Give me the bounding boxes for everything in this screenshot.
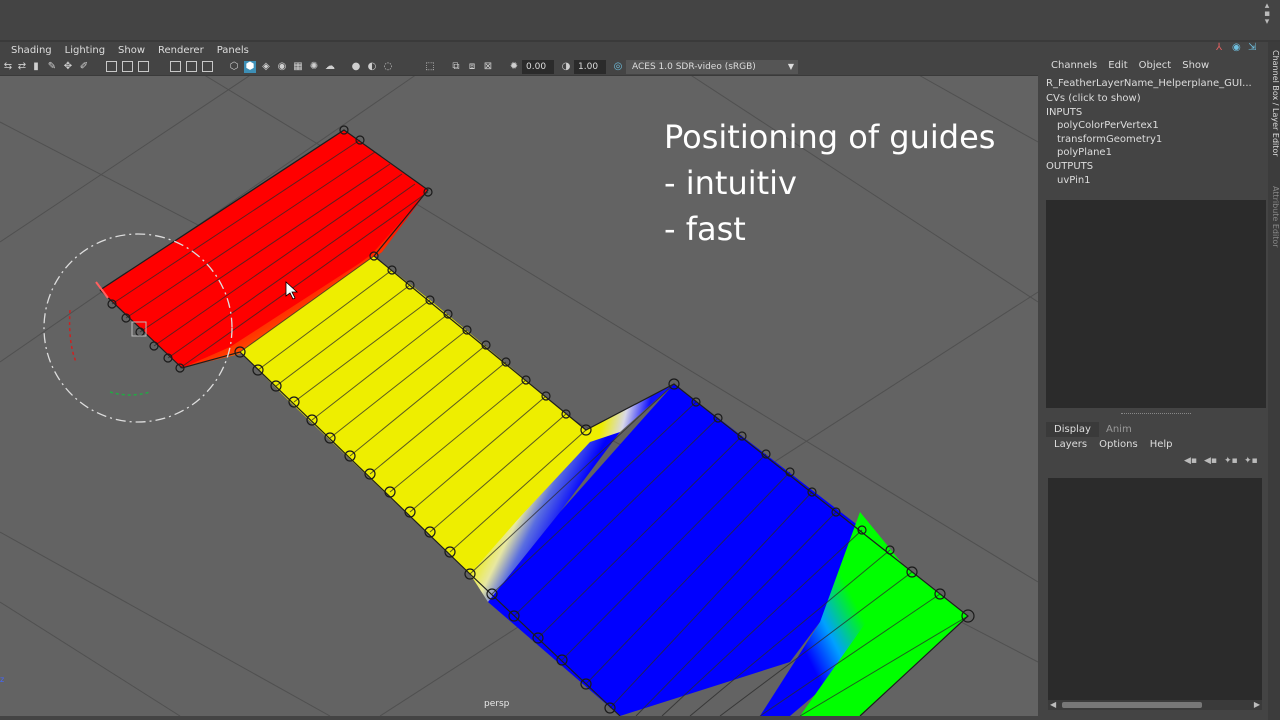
film-gate-icon[interactable] [122,61,133,72]
hierarchy-icon[interactable]: ⅄ [1216,42,1222,53]
layer-editor-menu: Layers Options Help [1054,439,1185,450]
new-layer-selected-icon[interactable]: ✦▪ [1244,456,1258,466]
channel-box-area [1046,200,1266,408]
xray-icon[interactable]: ⧉ [450,61,462,73]
ao-icon[interactable]: ● [350,61,362,73]
menu-edit[interactable]: Edit [1108,60,1127,74]
scroll-right-icon[interactable]: ▶ [1254,700,1260,710]
output-item[interactable]: uvPin1 [1046,174,1162,188]
camera-attr-icon[interactable]: ⇄ [16,61,28,73]
node-editor-icon[interactable]: ◉ [1232,42,1241,53]
safe-action-icon[interactable] [202,61,213,72]
smooth-shade-icon[interactable]: ⬢ [244,61,256,73]
menu-show-cb[interactable]: Show [1182,60,1209,74]
gamma-field[interactable]: 1.00 [574,60,606,74]
select-camera-icon[interactable]: ⇆ [2,61,14,73]
viewport-panel[interactable]: z Shading Lighting Show Renderer Panels … [0,42,1038,716]
input-item[interactable]: polyColorPerVertex1 [1046,119,1162,133]
move-layer-down-icon[interactable]: ◀▪ [1204,456,1217,466]
menu-options[interactable]: Options [1099,439,1138,450]
exposure-field[interactable]: 0.00 [522,60,554,74]
side-tab-strip: Channel Box / Layer Editor Attribute Edi… [1268,42,1280,720]
lights-icon[interactable]: ✺ [308,61,320,73]
motion-blur-icon[interactable]: ◐ [366,61,378,73]
menu-panels[interactable]: Panels [217,45,249,56]
wireframe-icon[interactable]: ⬡ [228,61,240,73]
menu-help[interactable]: Help [1150,439,1173,450]
grid-icon[interactable] [106,61,117,72]
pin-icon[interactable]: ⇲ [1248,42,1256,53]
field-chart-icon[interactable] [186,61,197,72]
channel-box-panel: Channels Edit Object Show R_FeatherLayer… [1040,42,1268,720]
inputs-header: INPUTS [1046,106,1083,118]
layer-scrollbar[interactable]: ◀ ▶ [1048,700,1262,710]
exposure-icon[interactable]: ✹ [508,61,520,73]
menu-lighting[interactable]: Lighting [65,45,105,56]
menu-renderer[interactable]: Renderer [158,45,204,56]
bookmark-icon[interactable]: ▮ [30,61,42,73]
tab-display[interactable]: Display [1046,422,1099,437]
panel-splitter[interactable] [1046,412,1266,416]
menu-show[interactable]: Show [118,45,145,56]
layer-editor-tabs: Display Anim [1046,422,1266,437]
menu-object[interactable]: Object [1139,60,1172,74]
camera-move-icon[interactable]: ✥ [62,61,74,73]
camera-label: persp [484,699,510,709]
channel-box-menu: Channels Edit Object Show [1040,60,1268,74]
window-controls[interactable]: ▴ ▪ ▾ [1260,2,1274,27]
textured-icon[interactable]: ◉ [276,61,288,73]
axis-indicator: z [0,675,4,684]
scroll-thumb[interactable] [1062,702,1202,708]
scroll-left-icon[interactable]: ◀ [1050,700,1056,710]
maya-window: ▴ ▪ ▾ z Shading Lighting Show Renderer P… [0,0,1280,720]
xray-active-icon[interactable]: ⊠ [482,61,494,73]
cvs-toggle[interactable]: CVs (click to show) [1046,92,1162,106]
wireframe-on-shaded-icon[interactable]: ◈ [260,61,272,73]
viewport-menu-bar: Shading Lighting Show Renderer Panels [0,42,1038,58]
tab-channel-box-layer-editor[interactable]: Channel Box / Layer Editor [1268,50,1280,157]
tab-anim[interactable]: Anim [1098,422,1140,437]
node-history-list: CVs (click to show) INPUTS polyColorPerV… [1046,92,1162,187]
overlay-title: Positioning of guides [664,118,996,156]
overlay-line-2: - fast [664,210,746,248]
isolate-icon[interactable]: ⬚ [424,61,436,73]
menu-channels[interactable]: Channels [1051,60,1097,74]
image-plane-icon[interactable]: ✎ [46,61,58,73]
color-space-dropdown[interactable]: ACES 1.0 SDR-video (sRGB) ▼ [626,60,798,74]
outputs-header: OUTPUTS [1046,160,1094,172]
resolution-gate-icon[interactable] [138,61,149,72]
top-menu-strip: ▴ ▪ ▾ [0,0,1280,40]
pencil-icon[interactable]: ✐ [78,61,90,73]
chevron-down-icon: ▼ [787,62,794,71]
node-name[interactable]: R_FeatherLayerName_Helperplane_GUI... [1046,78,1252,89]
shadows-icon[interactable]: ☁ [324,61,336,73]
panel-top-icons: ⅄ ◉ ⇲ [1210,42,1266,56]
tab-attribute-editor[interactable]: Attribute Editor [1268,186,1280,248]
menu-shading[interactable]: Shading [11,45,52,56]
color-management-icon[interactable]: ◎ [612,61,624,73]
checker-icon[interactable]: ▦ [292,61,304,73]
new-layer-icon[interactable]: ✦▪ [1224,456,1238,466]
menu-layers[interactable]: Layers [1054,439,1087,450]
input-item[interactable]: polyPlane1 [1046,146,1162,160]
move-layer-up-icon[interactable]: ◀▪ [1184,456,1197,466]
viewport-toolbar: ⇆ ⇄ ▮ ✎ ✥ ✐ ⬡ ⬢ ◈ ◉ ▦ ✺ ☁ ● ◐ ◌ ⬚ ⧉ ⧈ ⊠ [0,58,1038,76]
input-item[interactable]: transformGeometry1 [1046,133,1162,147]
overlay-line-1: - intuitiv [664,164,797,202]
color-space-label: ACES 1.0 SDR-video (sRGB) [632,62,756,72]
layer-list-area [1048,478,1262,704]
layer-tools: ◀▪ ◀▪ ✦▪ ✦▪ [1180,456,1264,468]
gamma-icon[interactable]: ◑ [560,61,572,73]
aa-icon[interactable]: ◌ [382,61,394,73]
gate-mask-icon[interactable] [170,61,181,72]
xray-joints-icon[interactable]: ⧈ [466,61,478,73]
